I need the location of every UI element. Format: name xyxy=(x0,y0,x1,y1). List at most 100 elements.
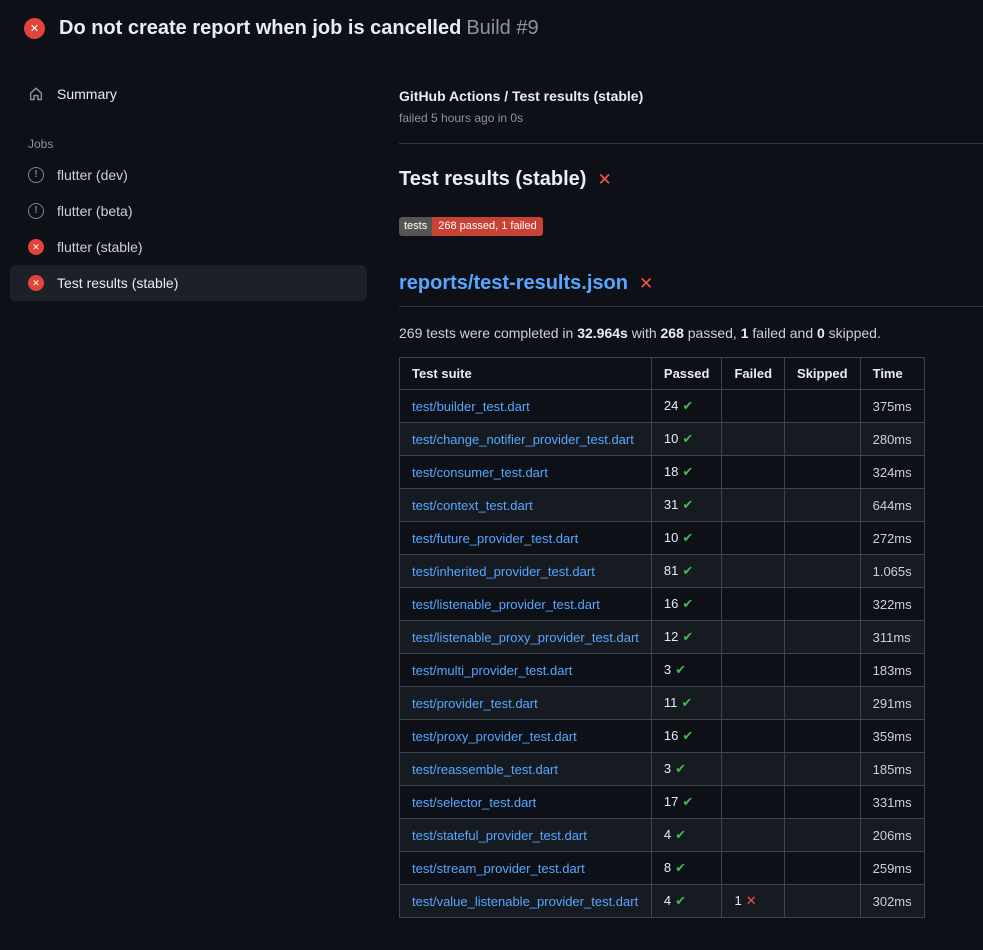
skipped-cell xyxy=(785,390,861,423)
summary-text: skipped. xyxy=(825,325,881,341)
sidebar-item-summary[interactable]: Summary xyxy=(10,77,367,111)
check-icon: ✔ xyxy=(682,464,693,479)
test-suite-link[interactable]: test/future_provider_test.dart xyxy=(412,531,578,546)
test-suite-link[interactable]: test/change_notifier_provider_test.dart xyxy=(412,432,634,447)
tests-badge: tests 268 passed, 1 failed xyxy=(399,217,543,236)
check-icon: ✔ xyxy=(682,563,693,578)
summary-text: 269 tests were completed in xyxy=(399,325,577,341)
report-heading: reports/test-results.json ✕ xyxy=(399,272,983,307)
table-row: test/value_listenable_provider_test.dart… xyxy=(400,885,925,918)
test-suite-link[interactable]: test/stream_provider_test.dart xyxy=(412,861,585,876)
sidebar-item-test-results-stable[interactable]: ✕Test results (stable) xyxy=(10,265,367,301)
skipped-cell xyxy=(785,753,861,786)
count: 4 xyxy=(664,893,671,908)
summary-text: passed, xyxy=(684,325,741,341)
passed-cell: 18 ✔ xyxy=(651,456,722,489)
test-suite-link[interactable]: test/inherited_provider_test.dart xyxy=(412,564,595,579)
failed-cell xyxy=(722,456,785,489)
x-icon: ✕ xyxy=(597,171,611,188)
time-cell: 291ms xyxy=(860,687,924,720)
check-icon: ✔ xyxy=(682,728,693,743)
test-suite-cell: test/reassemble_test.dart xyxy=(400,753,652,786)
failed-cell xyxy=(722,423,785,456)
test-suite-cell: test/selector_test.dart xyxy=(400,786,652,819)
test-suite-cell: test/stream_provider_test.dart xyxy=(400,852,652,885)
check-title-text: Test results (stable) xyxy=(399,168,586,191)
test-suite-link[interactable]: test/stateful_provider_test.dart xyxy=(412,828,587,843)
sidebar-item-flutter-beta[interactable]: !flutter (beta) xyxy=(10,193,367,229)
summary-stat: 32.964s xyxy=(577,325,628,341)
status-line: failed 5 hours ago in 0s xyxy=(399,111,983,125)
column-header-test-suite: Test suite xyxy=(400,358,652,390)
test-suite-link[interactable]: test/listenable_provider_test.dart xyxy=(412,597,600,612)
time-cell: 259ms xyxy=(860,852,924,885)
passed-cell: 16✔ xyxy=(651,588,722,621)
test-suite-link[interactable]: test/builder_test.dart xyxy=(412,399,530,414)
table-row: test/listenable_proxy_provider_test.dart… xyxy=(400,621,925,654)
check-icon: ✔ xyxy=(682,398,693,413)
passed-cell: 11✔ xyxy=(651,687,722,720)
time-cell: 324ms xyxy=(860,456,924,489)
job-label: flutter (beta) xyxy=(57,203,132,219)
sidebar-item-flutter-dev[interactable]: !flutter (dev) xyxy=(10,157,367,193)
test-suite-cell: test/change_notifier_provider_test.dart xyxy=(400,423,652,456)
badge-label: tests xyxy=(399,217,432,236)
failed-cell xyxy=(722,819,785,852)
column-header-skipped: Skipped xyxy=(785,358,861,390)
passed-cell: 81✔ xyxy=(651,555,722,588)
test-suite-cell: test/builder_test.dart xyxy=(400,390,652,423)
check-icon: ✔ xyxy=(675,860,686,875)
table-row: test/inherited_provider_test.dart81✔1.06… xyxy=(400,555,925,588)
failed-cell xyxy=(722,555,785,588)
failed-cell xyxy=(722,720,785,753)
test-suite-link[interactable]: test/value_listenable_provider_test.dart xyxy=(412,894,638,909)
jobs-heading: Jobs xyxy=(10,137,367,157)
skipped-cell xyxy=(785,489,861,522)
sidebar-item-flutter-stable[interactable]: ✕ flutter (stable) xyxy=(10,229,367,265)
table-row: test/multi_provider_test.dart3✔183ms xyxy=(400,654,925,687)
test-suite-link[interactable]: test/context_test.dart xyxy=(412,498,533,513)
skipped-cell xyxy=(785,720,861,753)
test-suite-cell: test/multi_provider_test.dart xyxy=(400,654,652,687)
count: 10 xyxy=(664,431,678,446)
jobs-list: !flutter (dev)!flutter (beta) ✕ flutter (s… xyxy=(10,157,367,301)
time-cell: 359ms xyxy=(860,720,924,753)
job-label: Test results (stable) xyxy=(57,275,178,291)
report-link[interactable]: reports/test-results.json xyxy=(399,272,628,295)
failed-status-icon: ✕ xyxy=(24,18,45,39)
test-suite-link[interactable]: test/selector_test.dart xyxy=(412,795,536,810)
test-suite-cell: test/context_test.dart xyxy=(400,489,652,522)
table-row: test/provider_test.dart 11✔ 291ms xyxy=(400,687,925,720)
test-suite-link[interactable]: test/proxy_provider_test.dart xyxy=(412,729,577,744)
summary-line: 269 tests were completed in 32.964s with… xyxy=(399,325,983,341)
job-label: flutter (stable) xyxy=(57,239,143,255)
check-icon: ✔ xyxy=(682,530,693,545)
test-suite-link[interactable]: test/consumer_test.dart xyxy=(412,465,548,480)
check-title: Test results (stable) ✕ xyxy=(399,168,983,191)
test-suite-cell: test/proxy_provider_test.dart xyxy=(400,720,652,753)
table-row: test/stateful_provider_test.dart4✔206ms xyxy=(400,819,925,852)
test-suite-link[interactable]: test/reassemble_test.dart xyxy=(412,762,558,777)
test-suite-link[interactable]: test/provider_test.dart xyxy=(412,696,538,711)
failed-icon: ✕ xyxy=(28,239,44,255)
failed-cell xyxy=(722,753,785,786)
summary-stat: 268 xyxy=(661,325,684,341)
failed-cell xyxy=(722,522,785,555)
test-suite-cell: test/listenable_provider_test.dart xyxy=(400,588,652,621)
test-suite-link[interactable]: test/listenable_proxy_provider_test.dart xyxy=(412,630,639,645)
check-icon: ✔ xyxy=(682,431,693,446)
failed-cell xyxy=(722,786,785,819)
main-content: GitHub Actions / Test results (stable) f… xyxy=(391,57,983,918)
test-suite-cell: test/future_provider_test.dart xyxy=(400,522,652,555)
count: 17 xyxy=(664,794,678,809)
failed-cell xyxy=(722,852,785,885)
skipped-cell xyxy=(785,588,861,621)
passed-cell: 31✔ xyxy=(651,489,722,522)
count: 16 xyxy=(664,728,678,743)
failed-cell xyxy=(722,489,785,522)
test-suite-link[interactable]: test/multi_provider_test.dart xyxy=(412,663,572,678)
count: 18 xyxy=(664,464,678,479)
page-layout: Summary Jobs !flutter (dev)!flutter (bet… xyxy=(0,57,983,918)
section-divider xyxy=(399,143,983,144)
count: 31 xyxy=(664,497,678,512)
